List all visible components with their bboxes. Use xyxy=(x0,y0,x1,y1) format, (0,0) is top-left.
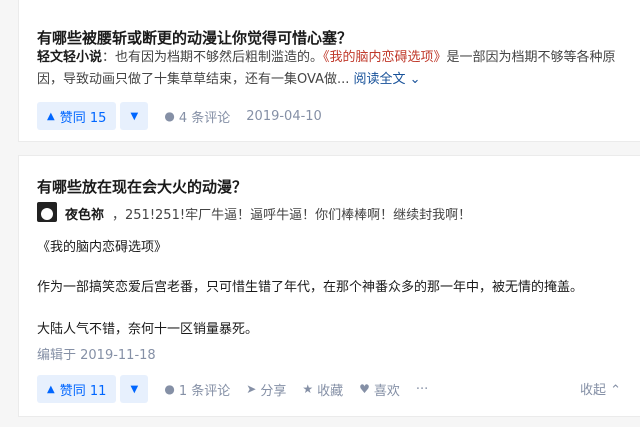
favorite-button[interactable]: ★ 收藏 xyxy=(302,380,343,399)
more-button[interactable]: ··· xyxy=(416,382,428,397)
collapse-label: 收起 xyxy=(579,383,606,398)
author-info: 夜色祢 ，251!251!牢厂牛逼！逼呼牛逼！你们棒棒啊！继续封我啊！ xyxy=(65,204,471,223)
triangle-up-icon: ▲ xyxy=(47,383,55,395)
answer-card-2: 有哪些放在现在会大火的动漫？ 夜色祢 ，251!251!牢厂牛逼！逼呼牛逼！你们棒… xyxy=(18,155,640,417)
comment-icon: ● xyxy=(164,109,175,123)
downvote-button[interactable]: ▼ xyxy=(120,375,149,403)
chevron-down-icon: ⌄ xyxy=(409,72,421,87)
question-title[interactable]: 有哪些放在现在会大火的动漫？ xyxy=(37,176,247,197)
author-name[interactable]: 轻文轻小说 xyxy=(37,50,102,65)
question-title[interactable]: 有哪些被腰斩或断更的动漫让你觉得可惜心塞？ xyxy=(37,27,352,48)
excerpt-text: ：也有因为档期不够然后粗制滥造的。 xyxy=(102,50,324,65)
answer-excerpt[interactable]: 轻文轻小说：也有因为档期不够然后粗制滥造的。《我的脑内恋碍选项》是一部因为档期不… xyxy=(37,47,637,91)
star-icon: ★ xyxy=(302,382,314,396)
upvote-button[interactable]: ▲ 赞同 11 xyxy=(37,375,117,403)
triangle-up-icon: ▲ xyxy=(47,110,55,122)
downvote-button[interactable]: ▼ xyxy=(120,102,149,130)
like-button[interactable]: ♥ 喜欢 xyxy=(359,380,400,399)
answer-paragraph-2: 作为一部搞笑恋爱后宫老番，只可惜生错了年代，在那个神番众多的那一年中，被无情的掩… xyxy=(37,280,584,295)
book-title: 《我的脑内恋碍选项》 xyxy=(323,50,447,65)
action-bar: ▲ 赞同 11 ▼ ● 1 条评论 ➤ 分享 ★ 收藏 ♥ 喜欢 ··· xyxy=(37,374,428,404)
comments-button[interactable]: ● 1 条评论 xyxy=(164,380,230,399)
like-label: 喜欢 xyxy=(373,383,400,399)
post-date: 2019-04-10 xyxy=(246,108,322,124)
answer-card-1: 有哪些被腰斩或断更的动漫让你觉得可惜心塞？ 轻文轻小说：也有因为档期不够然后粗制… xyxy=(18,0,640,142)
collapse-button[interactable]: 收起 ⌃ xyxy=(580,379,621,398)
excerpt-text-line2: 因，导致动画只做了十集草草结束，还有一集OVA做... xyxy=(37,72,350,87)
answer-paragraph-1: 《我的脑内恋碍选项》 xyxy=(37,240,168,255)
triangle-down-icon: ▼ xyxy=(130,110,139,122)
upvote-button[interactable]: ▲ 赞同 15 xyxy=(37,102,117,130)
triangle-down-icon: ▼ xyxy=(130,383,139,395)
comments-label: 4 条评论 xyxy=(178,110,231,126)
author-name[interactable]: 夜色祢 xyxy=(65,208,104,223)
more-dots-icon: ··· xyxy=(415,381,429,397)
chevron-up-icon: ⌃ xyxy=(610,383,621,398)
comments-label: 1 条评论 xyxy=(178,383,231,399)
favorite-label: 收藏 xyxy=(317,383,344,399)
share-label: 分享 xyxy=(260,383,287,399)
upvote-label: 赞同 15 xyxy=(59,110,107,126)
share-icon: ➤ xyxy=(246,382,257,396)
edited-timestamp: 编辑于 2019-11-18 xyxy=(37,348,156,363)
excerpt-text-cont: 是一部因为档期不够等各种原 xyxy=(446,50,616,65)
author-bio: ，251!251!牢厂牛逼！逼呼牛逼！你们棒棒啊！继续封我啊！ xyxy=(112,208,472,223)
avatar[interactable] xyxy=(37,202,57,222)
share-button[interactable]: ➤ 分享 xyxy=(246,380,286,399)
action-bar: ▲ 赞同 15 ▼ ● 4 条评论 2019-04-10 xyxy=(37,101,322,131)
read-more-link[interactable]: 阅读全文 ⌄ xyxy=(354,72,421,87)
heart-icon: ♥ xyxy=(359,382,370,396)
upvote-label: 赞同 11 xyxy=(59,383,107,399)
comments-button[interactable]: ● 4 条评论 xyxy=(164,107,230,126)
comment-icon: ● xyxy=(164,382,175,396)
answer-paragraph-3: 大陆人气不错，奈何十一区销量暴死。 xyxy=(37,322,259,337)
